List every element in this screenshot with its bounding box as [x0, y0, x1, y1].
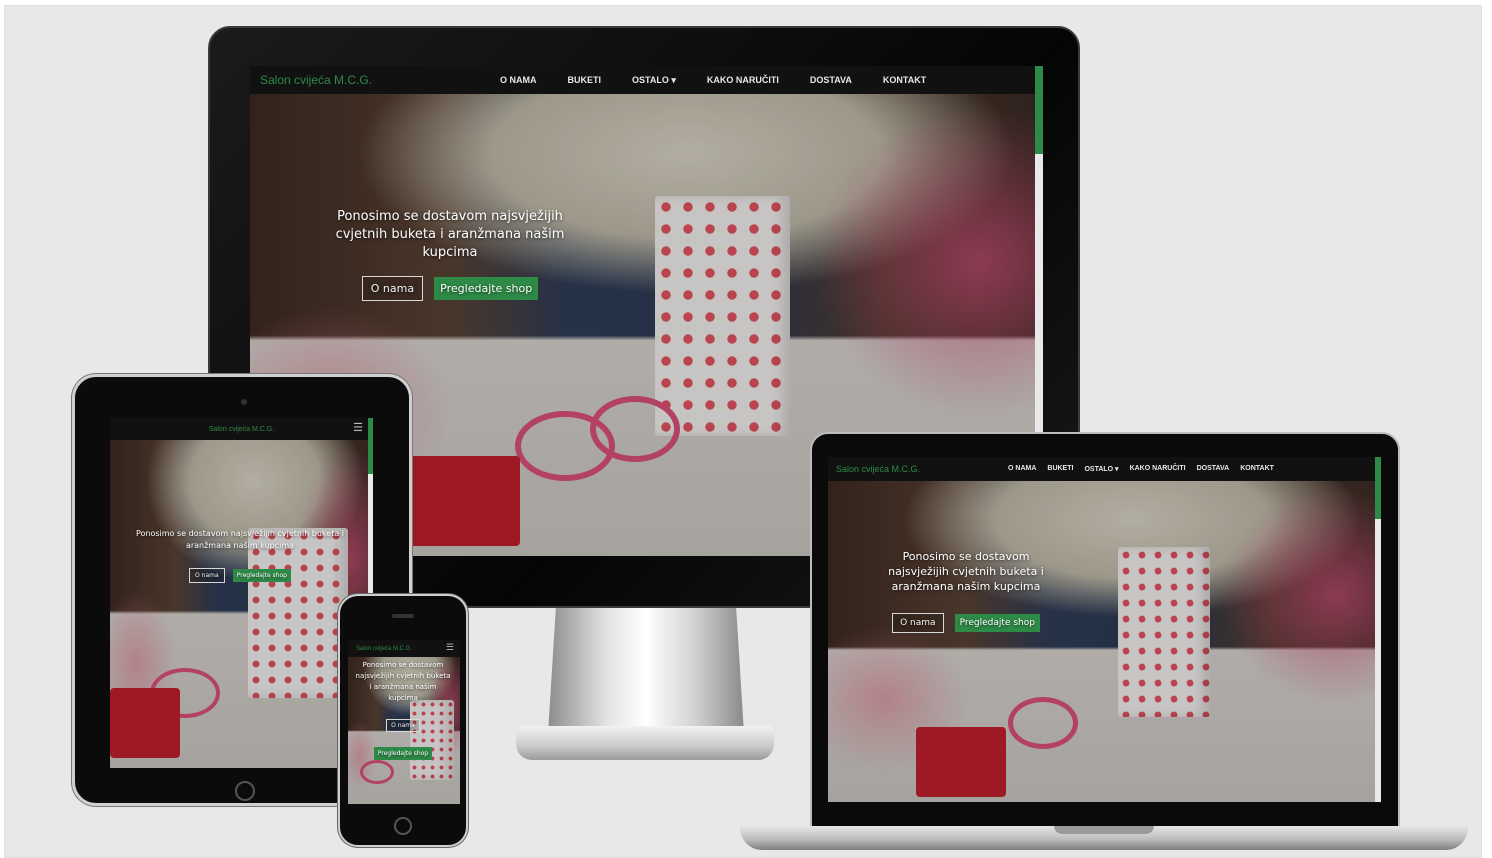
navbar: Salon cvijeća M.C.G. ☰ [110, 418, 373, 440]
hero-text: Ponosimo se dostavom najsvježijih cvjetn… [135, 529, 345, 550]
monitor-stand [548, 608, 744, 734]
brand-logo[interactable]: Salon cvijeća M.C.G. [356, 646, 412, 652]
scrollbar[interactable] [1375, 457, 1381, 802]
hero-section: Ponosimo se dostavom najsvježijih cvjetn… [334, 208, 566, 301]
navbar: Salon cvijeća M.C.G. O NAMA BUKETI OSTAL… [828, 457, 1381, 481]
about-button[interactable]: O nama [189, 568, 225, 583]
nav-menu: O NAMA BUKETI OSTALO ▾ KAKO NARUČITI DOS… [1008, 465, 1274, 473]
nav-item-buketi[interactable]: BUKETI [568, 75, 602, 86]
brand-logo[interactable]: Salon cvijeća M.C.G. [260, 73, 500, 87]
hero-text: Ponosimo se dostavom najsvježijih cvjetn… [335, 209, 565, 260]
laptop-screen: Salon cvijeća M.C.G. O NAMA BUKETI OSTAL… [828, 457, 1381, 802]
nav-menu: O NAMA BUKETI OSTALO ▾ KAKO NARUČITI DOS… [500, 75, 926, 86]
hamburger-icon[interactable]: ☰ [446, 642, 454, 653]
hero-section: Ponosimo se dostavom najsvježijih cvjetn… [354, 660, 452, 760]
about-button[interactable]: O nama [361, 276, 424, 301]
navbar: Salon cvijeća M.C.G. O NAMA BUKETI OSTAL… [250, 66, 1043, 94]
about-button[interactable]: O nama [386, 719, 420, 732]
about-button[interactable]: O nama [892, 613, 944, 633]
shop-button[interactable]: Pregledajte shop [954, 614, 1040, 632]
home-button-icon [394, 817, 412, 835]
scrollbar-thumb[interactable] [1035, 66, 1043, 154]
nav-item-o-nama[interactable]: O NAMA [500, 75, 537, 86]
brand-logo[interactable]: Salon cvijeća M.C.G. [836, 464, 1008, 474]
shop-button[interactable]: Pregledajte shop [373, 747, 433, 760]
navbar: Salon cvijeća M.C.G. ☰ [348, 640, 460, 657]
speaker-icon [392, 614, 414, 618]
camera-icon [241, 399, 247, 405]
tablet-screen: Salon cvijeća M.C.G. ☰ Ponosimo se dosta… [110, 418, 373, 768]
hamburger-icon[interactable]: ☰ [353, 421, 363, 434]
nav-item-dostava[interactable]: DOSTAVA [810, 75, 852, 86]
hero-section: Ponosimo se dostavom najsvježijih cvjetn… [886, 549, 1046, 633]
nav-item-ostalo[interactable]: OSTALO ▾ [1084, 465, 1118, 473]
nav-item-dostava[interactable]: DOSTAVA [1197, 465, 1230, 473]
home-button-icon [235, 781, 255, 801]
nav-item-o-nama[interactable]: O NAMA [1008, 465, 1036, 473]
scrollbar-thumb[interactable] [368, 418, 373, 474]
hero-section: Ponosimo se dostavom najsvježijih cvjetn… [130, 528, 350, 583]
nav-item-kako-naruciti[interactable]: KAKO NARUČITI [707, 75, 779, 86]
nav-item-kontakt[interactable]: KONTAKT [883, 75, 926, 86]
monitor-stand-base [516, 726, 774, 760]
nav-item-buketi[interactable]: BUKETI [1047, 465, 1073, 473]
shop-button[interactable]: Pregledajte shop [232, 569, 291, 582]
nav-item-ostalo[interactable]: OSTALO ▾ [632, 75, 676, 86]
nav-item-kontakt[interactable]: KONTAKT [1240, 465, 1274, 473]
brand-logo[interactable]: Salon cvijeća M.C.G. [209, 426, 274, 433]
phone-screen: Salon cvijeća M.C.G. ☰ Ponosimo se dosta… [348, 640, 460, 804]
hero-text: Ponosimo se dostavom najsvježijih cvjetn… [888, 550, 1044, 593]
nav-item-kako-naruciti[interactable]: KAKO NARUČITI [1130, 465, 1186, 473]
shop-button[interactable]: Pregledajte shop [434, 277, 539, 300]
hero-text: Ponosimo se dostavom najsvježijih cvjetn… [355, 661, 451, 702]
scrollbar-thumb[interactable] [1375, 457, 1381, 519]
